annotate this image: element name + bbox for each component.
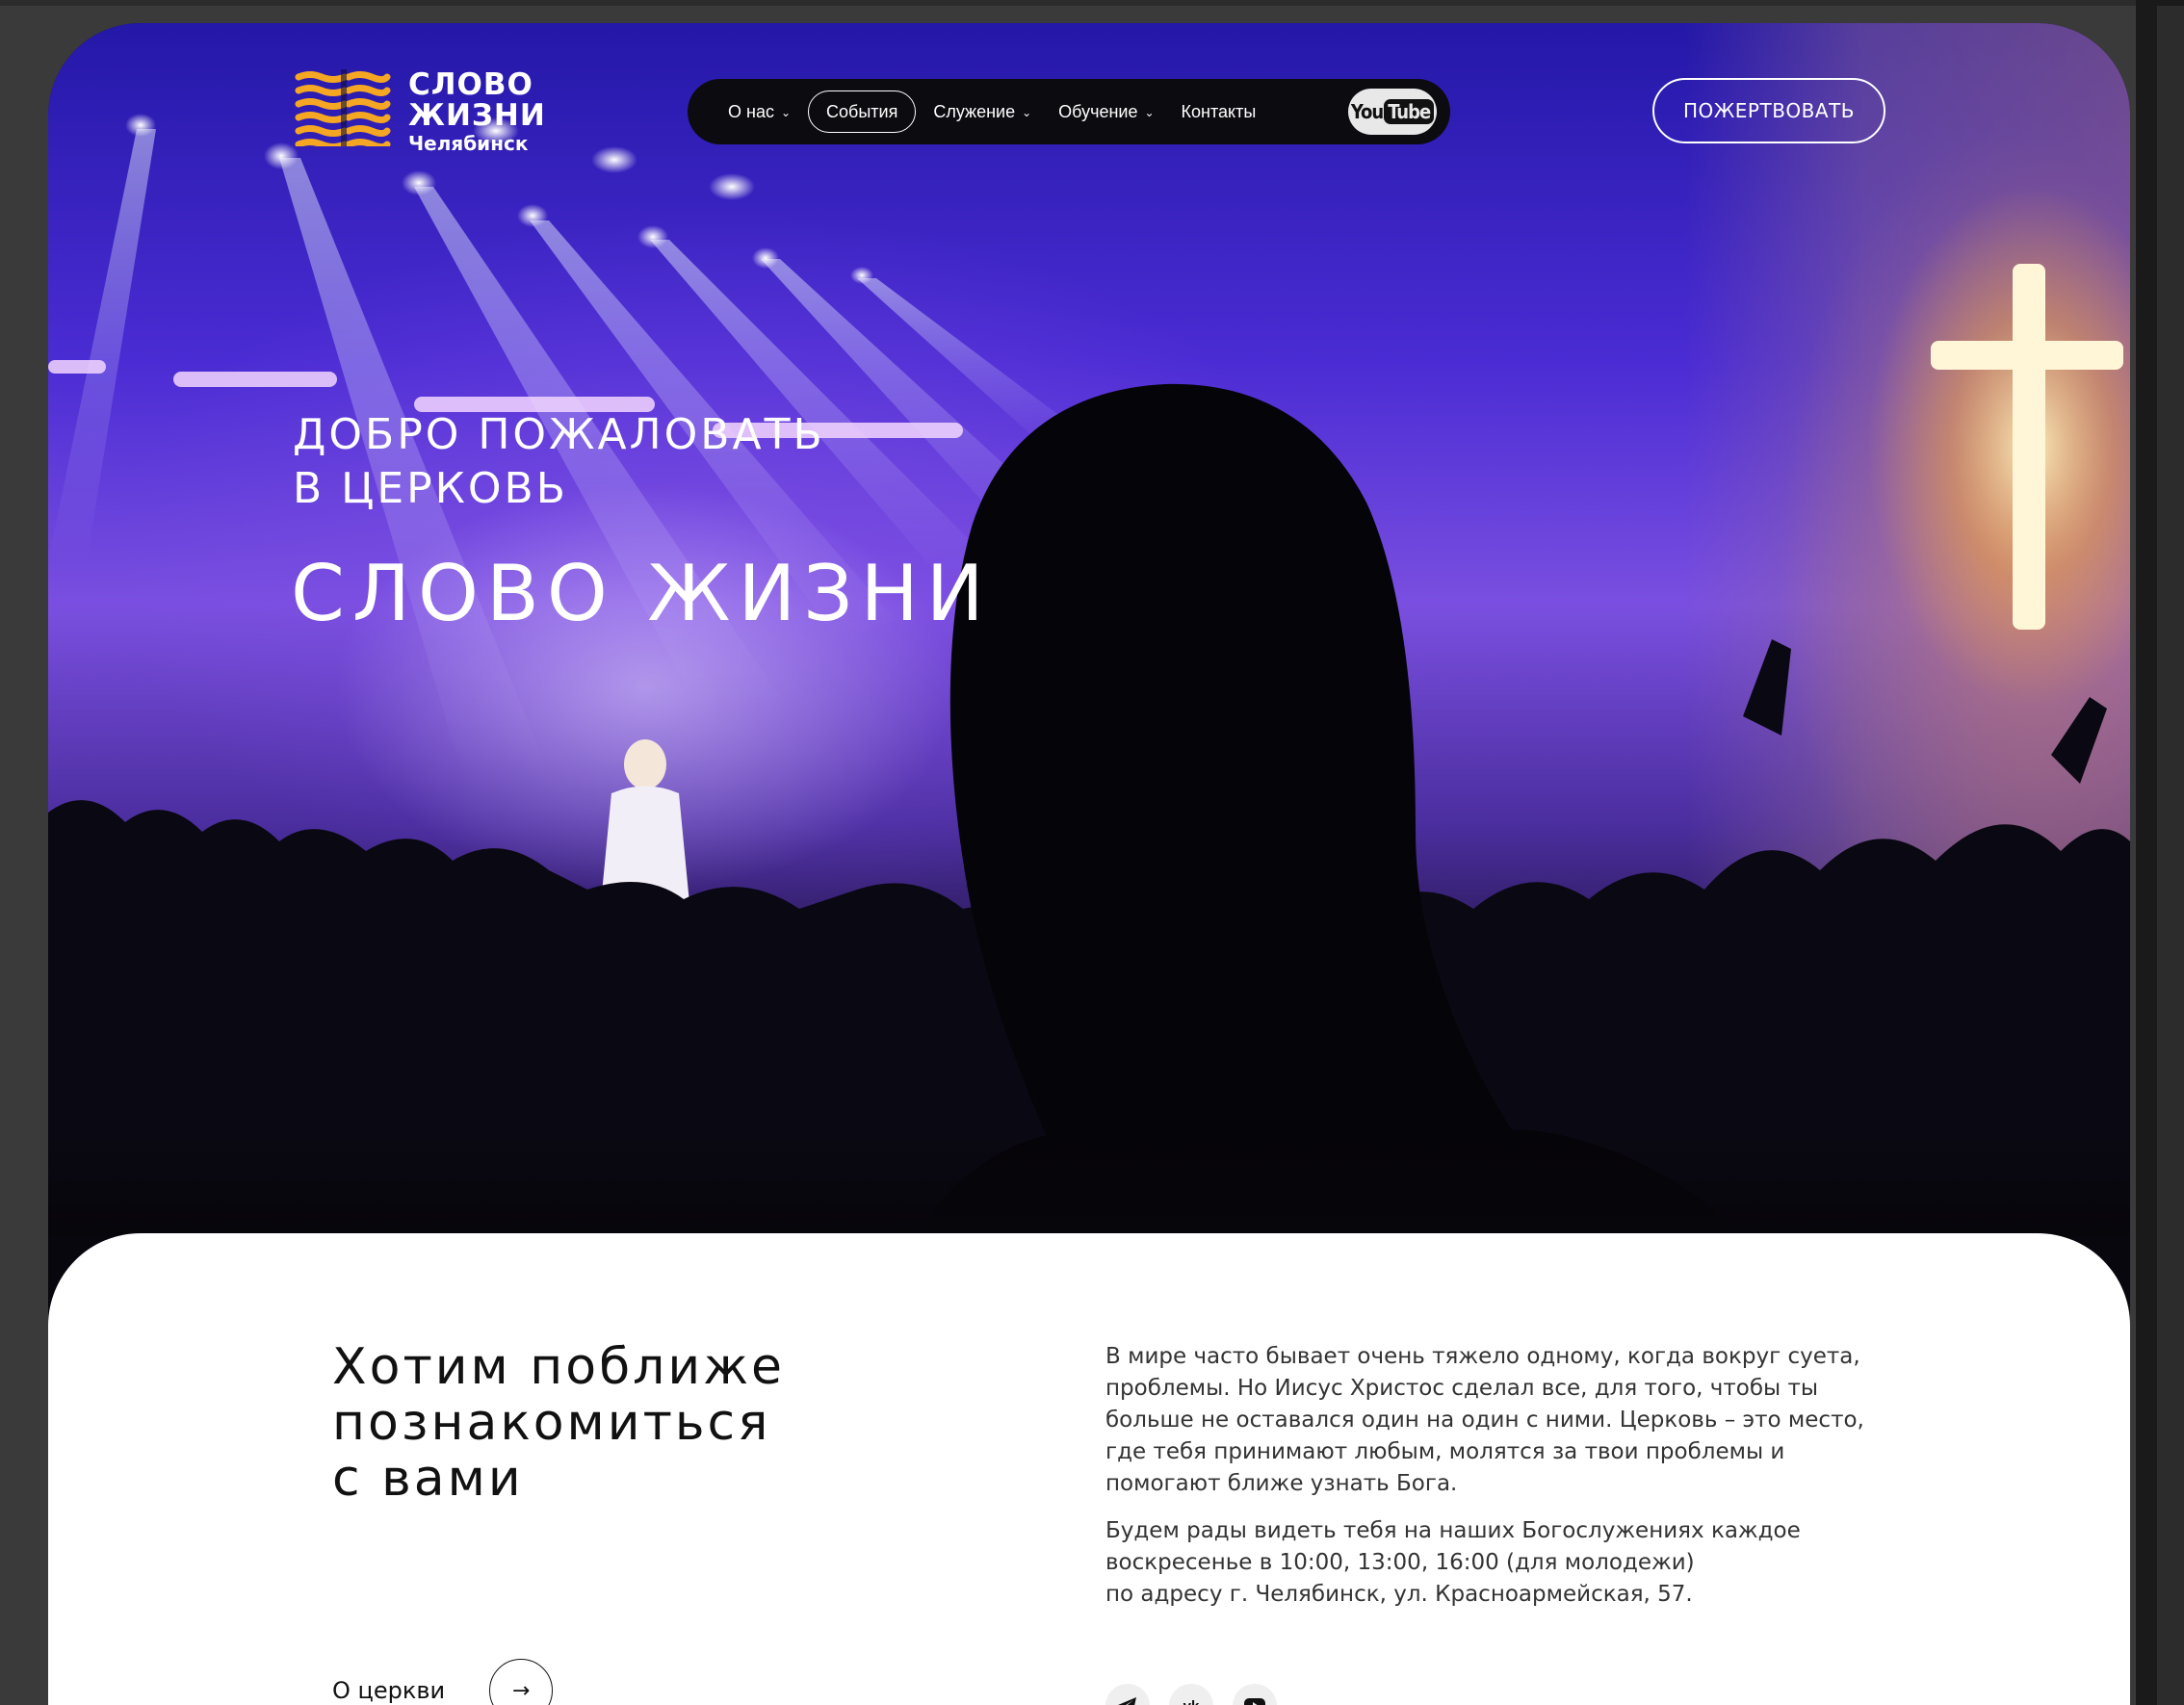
chevron-down-icon: ⌄ bbox=[1022, 106, 1032, 119]
window-frame-top bbox=[0, 0, 2184, 6]
logo-line-2: ЖИЗНИ bbox=[408, 98, 546, 133]
about-church-link-label: О церкви bbox=[332, 1677, 446, 1704]
nav-item-events[interactable]: События bbox=[808, 90, 917, 133]
lit-cross bbox=[1868, 187, 2130, 707]
hero-subtitle-line-1: ДОБРО ПОЖАЛОВАТЬ bbox=[293, 410, 825, 459]
arrow-right-icon[interactable]: → bbox=[489, 1659, 554, 1705]
chevron-down-icon: ⌄ bbox=[1144, 106, 1155, 119]
hero-subtitle-line-2: В ЦЕРКОВЬ bbox=[293, 464, 568, 513]
page: СЛОВО ЖИЗНИ Челябинск О нас ⌄ События Сл… bbox=[48, 23, 2130, 1705]
chevron-down-icon: ⌄ bbox=[780, 106, 792, 119]
main-nav: О нас ⌄ События Служение ⌄ Обучение ⌄ Ко… bbox=[688, 79, 1450, 144]
about-church-link[interactable]: О церкви → bbox=[332, 1659, 554, 1705]
nav-item-label: События bbox=[826, 101, 898, 121]
youtube-icon[interactable] bbox=[1233, 1684, 1277, 1705]
logo-line-1: СЛОВО bbox=[408, 67, 533, 102]
about-section: Хотим поближе познакомиться с вами В мир… bbox=[48, 1233, 2130, 1705]
nav-item-label: Контакты bbox=[1181, 101, 1257, 121]
about-heading-line-2: познакомиться bbox=[332, 1394, 771, 1452]
about-paragraph-2-line-2: по адресу г. Челябинск, ул. Красноармейс… bbox=[1105, 1582, 1693, 1607]
nav-item-contacts[interactable]: Контакты bbox=[1168, 90, 1270, 133]
nav-item-label: Служение bbox=[933, 101, 1016, 121]
hero-subtitle: ДОБРО ПОЖАЛОВАТЬ В ЦЕРКОВЬ bbox=[293, 408, 1063, 516]
logo-wordmark: СЛОВО ЖИЗНИ Челябинск bbox=[408, 69, 546, 156]
hero-title: СЛОВО ЖИЗНИ bbox=[291, 549, 992, 638]
logo-city: Челябинск bbox=[408, 132, 529, 155]
youtube-button[interactable]: You Tube bbox=[1348, 89, 1437, 135]
about-heading: Хотим поближе познакомиться с вами bbox=[332, 1339, 1006, 1507]
donate-button[interactable]: ПОЖЕРТВОВАТЬ bbox=[1652, 78, 1885, 143]
nav-item-education[interactable]: Обучение ⌄ bbox=[1045, 90, 1167, 133]
about-text: В мире часто бывает очень тяжело одному,… bbox=[1105, 1341, 1866, 1626]
nav-item-label: Обучение bbox=[1058, 101, 1138, 121]
window-frame-right bbox=[2136, 0, 2184, 1705]
about-paragraph-2-line-1: Будем рады видеть тебя на наших Богослуж… bbox=[1105, 1518, 1801, 1575]
logo[interactable]: СЛОВО ЖИЗНИ Челябинск bbox=[295, 69, 584, 185]
about-heading-line-1: Хотим поближе bbox=[332, 1338, 786, 1396]
nav-item-ministry[interactable]: Служение ⌄ bbox=[920, 90, 1045, 133]
telegram-icon[interactable] bbox=[1105, 1684, 1150, 1705]
vk-icon[interactable]: vk bbox=[1169, 1684, 1213, 1705]
nav-item-about[interactable]: О нас ⌄ bbox=[715, 90, 804, 133]
nav-item-label: О нас bbox=[728, 101, 774, 121]
youtube-icon: You Tube bbox=[1351, 99, 1435, 124]
social-links: vk bbox=[1105, 1684, 1277, 1705]
hero-section: СЛОВО ЖИЗНИ Челябинск О нас ⌄ События Сл… bbox=[48, 23, 2130, 1236]
about-paragraph-2: Будем рады видеть тебя на наших Богослуж… bbox=[1105, 1515, 1866, 1611]
logo-waves-icon bbox=[295, 69, 391, 146]
about-paragraph-1: В мире часто бывает очень тяжело одному,… bbox=[1105, 1344, 1864, 1496]
about-heading-line-3: с вами bbox=[332, 1450, 524, 1508]
